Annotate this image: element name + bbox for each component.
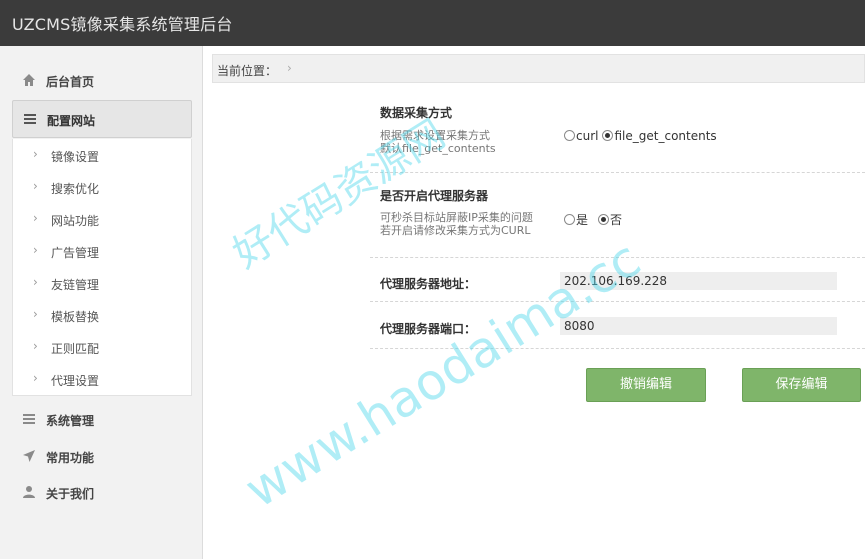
divider xyxy=(370,257,865,258)
sidebar: 后台首页 配置网站 › 镜像设置 › 搜索优化 › 网站功能 › 广告管理 › … xyxy=(0,46,203,559)
help-text-collect-method: 根据需求设置采集方式 默认file_get_contents xyxy=(380,129,496,155)
chevron-right-icon: › xyxy=(33,179,38,193)
radio-button[interactable] xyxy=(564,214,575,225)
sidebar-item-home[interactable]: 后台首页 xyxy=(0,64,203,98)
radio-option-yes[interactable]: 是 xyxy=(564,211,588,228)
radio-button[interactable] xyxy=(598,214,610,225)
sidebar-item-label: 系统管理 xyxy=(46,414,95,428)
sidebar-item-system[interactable]: 系统管理 xyxy=(0,403,203,437)
submenu-item-label: 搜索优化 xyxy=(51,182,100,196)
submenu-item-proxy-settings[interactable]: › 代理设置 xyxy=(13,363,191,395)
help-text-proxy-enable: 可秒杀目标站屏蔽IP采集的问题 若开启请修改采集方式为CURL xyxy=(380,211,533,237)
submenu-item-label: 网站功能 xyxy=(51,214,100,228)
submenu-item-seo[interactable]: › 搜索优化 xyxy=(13,171,191,203)
submenu-item-label: 广告管理 xyxy=(51,246,100,260)
breadcrumb: 当前位置： › xyxy=(212,54,865,83)
send-icon xyxy=(22,449,36,463)
submenu-item-regex[interactable]: › 正则匹配 xyxy=(13,331,191,363)
top-bar: UZCMS镜像采集系统管理后台 xyxy=(0,0,865,46)
chevron-right-icon: › xyxy=(33,339,38,353)
chevron-right-icon: › xyxy=(33,275,38,289)
divider xyxy=(370,301,865,302)
submenu-item-mirror-settings[interactable]: › 镜像设置 xyxy=(13,139,191,171)
proxy-port-label: 代理服务器端口： xyxy=(380,322,477,336)
submenu-item-ads[interactable]: › 广告管理 xyxy=(13,235,191,267)
breadcrumb-label: 当前位置： xyxy=(217,64,278,78)
chevron-right-icon: › xyxy=(33,211,38,225)
sidebar-item-label: 关于我们 xyxy=(46,487,95,501)
divider xyxy=(370,172,865,173)
submenu-item-site-features[interactable]: › 网站功能 xyxy=(13,203,191,235)
proxy-port-input[interactable] xyxy=(560,317,837,335)
submenu-item-label: 友链管理 xyxy=(51,278,100,292)
radio-option-curl[interactable]: curl xyxy=(564,129,598,143)
submenu-config-site: › 镜像设置 › 搜索优化 › 网站功能 › 广告管理 › 友链管理 › 模板替… xyxy=(12,139,192,396)
section-title-collect-method: 数据采集方式 xyxy=(380,106,453,120)
radio-option-no[interactable]: 否 xyxy=(598,211,622,228)
submenu-item-template-replace[interactable]: › 模板替换 xyxy=(13,299,191,331)
list-icon xyxy=(23,112,37,126)
proxy-enable-radio-group: 是否 xyxy=(564,211,626,228)
sidebar-item-config-site[interactable]: 配置网站 xyxy=(12,100,192,138)
submenu-item-links[interactable]: › 友链管理 xyxy=(13,267,191,299)
submenu-item-label: 代理设置 xyxy=(51,374,100,388)
home-icon xyxy=(22,73,36,87)
collect-method-radio-group: curl file_get_contents xyxy=(564,129,721,143)
app-title: UZCMS镜像采集系统管理后台 xyxy=(12,15,233,34)
cancel-edit-button[interactable]: 撤销编辑 xyxy=(586,368,706,402)
radio-option-file-get-contents[interactable]: file_get_contents xyxy=(602,129,717,143)
radio-button[interactable] xyxy=(602,130,614,141)
chevron-right-icon: › xyxy=(33,243,38,257)
proxy-address-label: 代理服务器地址： xyxy=(380,277,477,291)
sidebar-item-about[interactable]: 关于我们 xyxy=(0,476,203,510)
chevron-right-icon: › xyxy=(33,307,38,321)
user-icon xyxy=(22,485,36,499)
sidebar-item-label: 配置网站 xyxy=(47,114,96,128)
submenu-item-label: 镜像设置 xyxy=(51,150,100,164)
submenu-item-label: 正则匹配 xyxy=(51,342,100,356)
submenu-item-label: 模板替换 xyxy=(51,310,100,324)
save-edit-button[interactable]: 保存编辑 xyxy=(742,368,861,402)
chevron-right-icon: › xyxy=(33,147,38,161)
sidebar-item-label: 常用功能 xyxy=(46,451,95,465)
chevron-right-icon: › xyxy=(33,371,38,385)
section-title-proxy-enable: 是否开启代理服务器 xyxy=(380,189,489,203)
sidebar-item-label: 后台首页 xyxy=(46,75,95,89)
divider xyxy=(370,348,865,349)
list-icon xyxy=(22,412,36,426)
sidebar-item-common[interactable]: 常用功能 xyxy=(0,440,203,474)
chevron-right-icon: › xyxy=(287,61,292,75)
radio-button[interactable] xyxy=(564,130,575,141)
proxy-address-input[interactable] xyxy=(560,272,837,290)
